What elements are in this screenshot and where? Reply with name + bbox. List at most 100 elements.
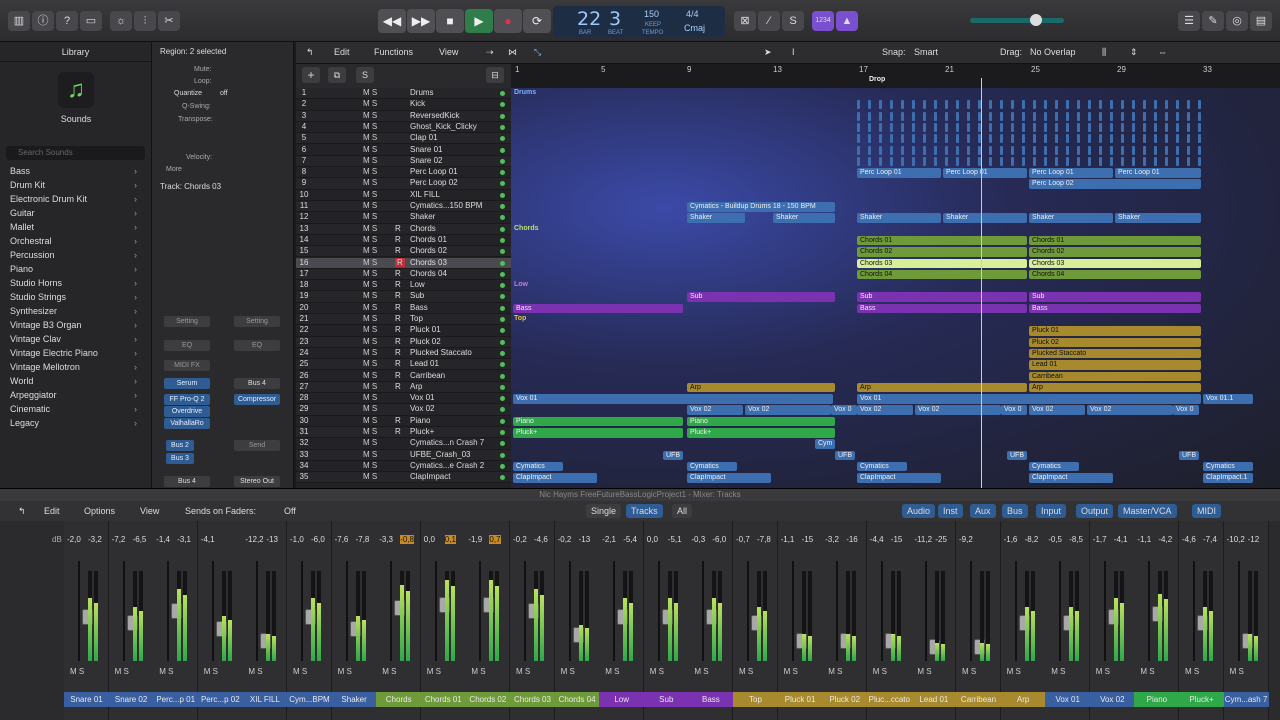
library-item[interactable]: Arpeggiator › bbox=[0, 388, 151, 402]
drum-hit-region[interactable] bbox=[1165, 122, 1168, 132]
scissors-tool-icon[interactable]: ⤡ bbox=[534, 47, 541, 58]
channel-name[interactable]: Chords 03 bbox=[510, 692, 555, 707]
drum-hit-region[interactable] bbox=[1198, 122, 1201, 132]
track-row[interactable]: 19 M S R Sub bbox=[296, 291, 511, 303]
library-item[interactable]: Piano › bbox=[0, 262, 151, 276]
peak-value[interactable]: 0,1 bbox=[444, 535, 456, 544]
track-region[interactable]: Vox 01 bbox=[857, 394, 1201, 404]
volume-fader[interactable] bbox=[390, 561, 406, 661]
track-row[interactable]: 10 M S XIL FILL bbox=[296, 189, 511, 201]
volume-fader[interactable] bbox=[568, 561, 584, 661]
text-tool-icon[interactable]: I bbox=[792, 47, 795, 57]
drum-hit-region[interactable] bbox=[1132, 111, 1135, 121]
mute-solo-buttons[interactable]: M S bbox=[363, 280, 377, 289]
mute-solo-buttons[interactable]: M S bbox=[115, 667, 129, 676]
drum-hit-region[interactable] bbox=[945, 145, 948, 155]
drum-hit-region[interactable] bbox=[879, 111, 882, 121]
volume-fader[interactable] bbox=[78, 561, 93, 661]
track-row[interactable]: 14 M S R Chords 01 bbox=[296, 234, 511, 247]
record-enable-button[interactable]: R bbox=[395, 371, 401, 380]
channel-name[interactable]: Chords bbox=[376, 692, 422, 707]
track-on-indicator[interactable] bbox=[500, 237, 505, 243]
track-name[interactable]: XIL FILL bbox=[410, 190, 440, 199]
track-name[interactable]: Chords bbox=[410, 224, 436, 233]
drum-hit-region[interactable] bbox=[1022, 122, 1025, 132]
channel-name[interactable]: Vox 01 bbox=[1045, 692, 1091, 707]
record-enable-button[interactable]: R bbox=[395, 325, 401, 334]
track-region[interactable]: Carribean bbox=[1029, 371, 1201, 381]
more-label[interactable]: More bbox=[166, 166, 182, 173]
track-on-indicator[interactable] bbox=[500, 226, 505, 232]
drum-hit-region[interactable] bbox=[901, 134, 904, 144]
drum-hit-region[interactable] bbox=[1055, 145, 1058, 155]
volume-fader[interactable] bbox=[479, 561, 495, 661]
record-enable-button[interactable]: R bbox=[395, 314, 401, 323]
volume-fader[interactable] bbox=[1059, 561, 1075, 661]
library-item[interactable]: Studio Horns › bbox=[0, 276, 151, 290]
drum-hit-region[interactable] bbox=[1000, 145, 1003, 155]
track-region[interactable]: Arp bbox=[687, 382, 835, 393]
track-region[interactable]: Lead 01 bbox=[1029, 360, 1201, 370]
mute-solo-buttons[interactable]: M S bbox=[427, 667, 441, 676]
track-row[interactable]: 16 M S R Chords 03 bbox=[296, 257, 511, 269]
channel-name[interactable]: Pluc...ccato bbox=[866, 692, 912, 707]
fader-value[interactable]: -0,2 bbox=[513, 535, 527, 544]
drum-hit-region[interactable] bbox=[1077, 100, 1080, 110]
volume-fader[interactable] bbox=[791, 561, 807, 661]
track-name[interactable]: Plucked Staccato bbox=[410, 348, 472, 357]
track-on-indicator[interactable] bbox=[500, 441, 505, 447]
track-region[interactable]: Vox 02 bbox=[915, 405, 1001, 415]
drum-hit-region[interactable] bbox=[1044, 156, 1047, 166]
record-enable-button[interactable]: R bbox=[395, 269, 401, 278]
channel-name[interactable]: Low bbox=[599, 692, 645, 707]
drum-hit-region[interactable] bbox=[1165, 134, 1168, 144]
track-name[interactable]: Carribean bbox=[410, 371, 445, 380]
track-row[interactable]: 6 M S Snare 01 bbox=[296, 144, 511, 156]
channel-name[interactable]: Pluck 01 bbox=[777, 692, 823, 707]
peak-value[interactable]: -15 bbox=[802, 535, 814, 544]
track-title[interactable]: Track: Chords 03 bbox=[160, 182, 221, 191]
track-region[interactable]: Pluck 01 bbox=[1029, 326, 1201, 336]
drum-hit-region[interactable] bbox=[1066, 134, 1069, 144]
record-enable-button[interactable]: R bbox=[395, 246, 401, 255]
fader-value[interactable]: -2,0 bbox=[67, 535, 81, 544]
drum-hit-region[interactable] bbox=[1066, 100, 1069, 110]
mute-solo-buttons[interactable]: M S bbox=[363, 258, 377, 267]
mixer-view-menu[interactable]: View bbox=[140, 506, 159, 516]
drum-hit-region[interactable] bbox=[912, 111, 915, 121]
channel-name[interactable]: Bass bbox=[688, 692, 734, 707]
record-enable-button[interactable]: R bbox=[395, 359, 401, 368]
eq-button-2[interactable]: EQ bbox=[234, 340, 280, 351]
drum-hit-region[interactable] bbox=[1033, 134, 1036, 144]
track-region[interactable]: Chords 01 bbox=[1029, 235, 1201, 246]
drum-hit-region[interactable] bbox=[1033, 145, 1036, 155]
drum-hit-region[interactable] bbox=[1121, 145, 1124, 155]
drum-hit-region[interactable] bbox=[1055, 134, 1058, 144]
track-name[interactable]: Chords 02 bbox=[410, 246, 447, 255]
mute-solo-buttons[interactable]: M S bbox=[363, 156, 377, 165]
track-on-indicator[interactable] bbox=[500, 339, 505, 345]
drum-hit-region[interactable] bbox=[1165, 145, 1168, 155]
pointer-tool-icon[interactable]: ➤ bbox=[764, 47, 772, 58]
fader-value[interactable]: -0,2 bbox=[558, 535, 572, 544]
record-enable-button[interactable]: R bbox=[395, 348, 401, 357]
channel-name[interactable]: Arp bbox=[1000, 692, 1046, 707]
drum-hit-region[interactable] bbox=[901, 145, 904, 155]
peak-value[interactable]: -25 bbox=[935, 535, 947, 544]
track-on-indicator[interactable] bbox=[500, 181, 505, 187]
mute-solo-buttons[interactable]: M S bbox=[248, 667, 262, 676]
library-item[interactable]: Vintage Mellotron › bbox=[0, 360, 151, 374]
drum-hit-region[interactable] bbox=[945, 122, 948, 132]
track-name[interactable]: Bass bbox=[410, 303, 428, 312]
volume-fader[interactable] bbox=[925, 561, 941, 661]
drum-hit-region[interactable] bbox=[1154, 122, 1157, 132]
drum-hit-region[interactable] bbox=[967, 100, 970, 110]
mute-solo-buttons[interactable]: M S bbox=[516, 667, 530, 676]
peak-value[interactable]: -16 bbox=[846, 535, 858, 544]
mute-solo-buttons[interactable]: M S bbox=[363, 88, 377, 97]
library-item[interactable]: Vintage Clav › bbox=[0, 332, 151, 346]
drum-hit-region[interactable] bbox=[923, 111, 926, 121]
track-region[interactable]: Shaker bbox=[773, 213, 835, 223]
track-region[interactable]: Cym bbox=[815, 439, 835, 449]
peak-value[interactable]: -4,1 bbox=[1114, 535, 1128, 544]
